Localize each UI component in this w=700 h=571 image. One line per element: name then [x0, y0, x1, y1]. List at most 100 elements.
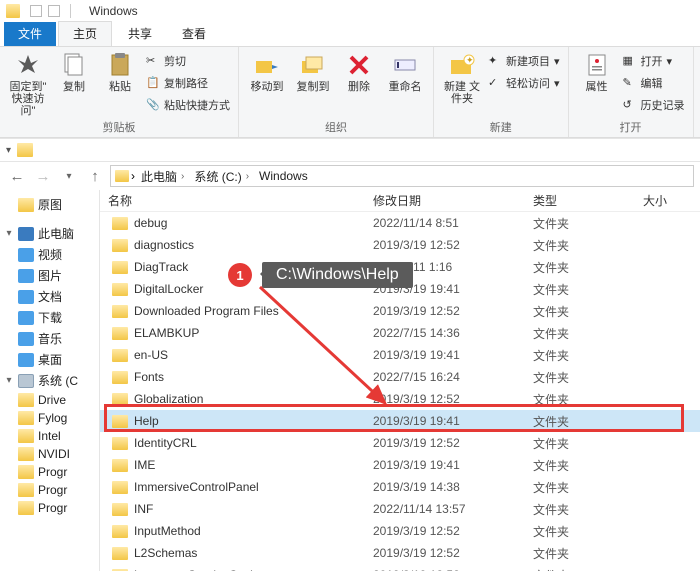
open-button[interactable]: ▦打开 ▾: [623, 51, 685, 71]
file-date: 2019/3/19 12:52: [365, 304, 525, 318]
tab-home[interactable]: 主页: [58, 21, 112, 46]
delete-button[interactable]: 删除: [339, 51, 379, 93]
tree-videos[interactable]: 视频: [0, 244, 99, 265]
folder-icon: [112, 393, 128, 406]
tree-nvidia[interactable]: NVIDI: [0, 445, 99, 463]
tree-progr-3[interactable]: Progr: [0, 499, 99, 517]
file-row[interactable]: IME2019/3/19 19:41文件夹: [100, 454, 700, 476]
tree-pictures[interactable]: 原图: [0, 194, 99, 215]
group-label-open: 打开: [577, 117, 685, 135]
ribbon-group-organize: 移动到 复制到 删除 重命名 组织: [239, 47, 434, 137]
file-date: 2022/11/14 13:57: [365, 502, 525, 516]
tree-progr-2[interactable]: Progr: [0, 481, 99, 499]
file-row[interactable]: InputMethod2019/3/19 12:52文件夹: [100, 520, 700, 542]
file-row[interactable]: L2Schemas2019/3/19 12:52文件夹: [100, 542, 700, 564]
file-list: 名称 修改日期 类型 大小 debug2022/11/14 8:51文件夹dia…: [100, 190, 700, 571]
tree-music[interactable]: 音乐: [0, 328, 99, 349]
file-row[interactable]: en-US2019/3/19 19:41文件夹: [100, 344, 700, 366]
file-row[interactable]: Fonts2022/7/15 16:24文件夹: [100, 366, 700, 388]
copy-button[interactable]: 复制: [54, 51, 94, 93]
tree-photos[interactable]: 图片: [0, 265, 99, 286]
tree-intel[interactable]: Intel: [0, 427, 99, 445]
pin-button[interactable]: 固定到" 快速访问": [8, 51, 48, 117]
tree-downloads[interactable]: 下载: [0, 307, 99, 328]
navigation-row: ← → ▾ ↑ › 此电脑› 系统 (C:)› Windows: [0, 162, 700, 190]
file-row[interactable]: diagnostics2019/3/19 12:52文件夹: [100, 234, 700, 256]
qat-icon-1[interactable]: [30, 5, 42, 17]
annotation-callout: 1 C:\Windows\Help: [228, 262, 413, 288]
file-name: INF: [134, 502, 153, 516]
folder-icon: [112, 217, 128, 230]
rename-button[interactable]: 重命名: [385, 51, 425, 93]
chevron-right-icon[interactable]: ›: [131, 169, 135, 183]
col-type[interactable]: 类型: [525, 192, 635, 209]
file-row[interactable]: LanguageOverlayCache2019/3/19 12:52文件夹: [100, 564, 700, 571]
file-row[interactable]: ELAMBKUP2022/7/15 14:36文件夹: [100, 322, 700, 344]
properties-button[interactable]: 属性: [577, 51, 617, 93]
file-type: 文件夹: [525, 237, 635, 254]
group-label-organize: 组织: [247, 117, 425, 135]
file-row[interactable]: INF2022/11/14 13:57文件夹: [100, 498, 700, 520]
window-folder-icon: [6, 4, 20, 18]
file-row[interactable]: IdentityCRL2019/3/19 12:52文件夹: [100, 432, 700, 454]
main-pane: 原图 ▾此电脑 视频 图片 文档 下载 音乐 桌面 ▾系统 (C Drive F…: [0, 190, 700, 571]
shortcut-icon: 📎: [146, 98, 160, 112]
new-item-button[interactable]: ✦新建项目 ▾: [488, 51, 560, 71]
tab-view[interactable]: 查看: [168, 22, 220, 46]
file-row[interactable]: ImmersiveControlPanel2019/3/19 14:38文件夹: [100, 476, 700, 498]
tree-this-pc[interactable]: ▾此电脑: [0, 223, 99, 244]
tree-fylog[interactable]: Fylog: [0, 409, 99, 427]
forward-button[interactable]: →: [32, 165, 54, 187]
file-name: L2Schemas: [134, 546, 197, 560]
ribbon-group-select: ▦全部选择 ☐全部取消 ◧反向选择 选择: [694, 47, 700, 137]
cut-button[interactable]: ✂剪切: [146, 51, 230, 71]
tab-file[interactable]: 文件: [4, 22, 56, 46]
folder-icon: [112, 437, 128, 450]
tree-c-drive[interactable]: ▾系统 (C: [0, 370, 99, 391]
file-type: 文件夹: [525, 435, 635, 452]
file-row[interactable]: Downloaded Program Files2019/3/19 12:52文…: [100, 300, 700, 322]
quick-folder-icon[interactable]: [17, 143, 33, 157]
copy-to-button[interactable]: 复制到: [293, 51, 333, 93]
file-row[interactable]: Globalization2019/3/19 12:52文件夹: [100, 388, 700, 410]
tab-share[interactable]: 共享: [114, 22, 166, 46]
folder-icon: [112, 503, 128, 516]
move-to-button[interactable]: 移动到: [247, 51, 287, 93]
back-button[interactable]: ←: [6, 165, 28, 187]
properties-icon: [583, 51, 611, 79]
paste-button[interactable]: 粘贴: [100, 51, 140, 93]
edit-button[interactable]: ✎编辑: [623, 73, 685, 93]
paste-shortcut-button[interactable]: 📎粘贴快捷方式: [146, 95, 230, 115]
file-date: 2019/3/19 19:41: [365, 458, 525, 472]
address-bar[interactable]: › 此电脑› 系统 (C:)› Windows: [110, 165, 694, 187]
tree-documents[interactable]: 文档: [0, 286, 99, 307]
up-button[interactable]: ↑: [84, 165, 106, 187]
crumb-cdrive[interactable]: 系统 (C:)›: [190, 168, 253, 185]
col-name[interactable]: 名称: [100, 192, 365, 209]
tree-drive-folder[interactable]: Drive: [0, 391, 99, 409]
crumb-thispc[interactable]: 此电脑›: [137, 168, 188, 185]
col-date[interactable]: 修改日期: [365, 192, 525, 209]
chevron-down-icon[interactable]: ▾: [6, 145, 11, 156]
easy-access-button[interactable]: ✓轻松访问 ▾: [488, 73, 560, 93]
file-row[interactable]: debug2022/11/14 8:51文件夹: [100, 212, 700, 234]
file-name: diagnostics: [134, 238, 194, 252]
file-name: IME: [134, 458, 155, 472]
history-button[interactable]: ↺历史记录: [623, 95, 685, 115]
annotation-text: C:\Windows\Help: [262, 262, 413, 288]
tree-progr-1[interactable]: Progr: [0, 463, 99, 481]
file-name: Globalization: [134, 392, 203, 406]
tree-desktop[interactable]: 桌面: [0, 349, 99, 370]
folder-icon: [112, 481, 128, 494]
copy-path-button[interactable]: 📋复制路径: [146, 73, 230, 93]
col-size[interactable]: 大小: [635, 192, 700, 209]
folder-icon: [112, 349, 128, 362]
file-row[interactable]: Help2019/3/19 19:41文件夹: [100, 410, 700, 432]
crumb-windows[interactable]: Windows: [255, 169, 312, 183]
qat-icon-2[interactable]: [48, 5, 60, 17]
new-folder-button[interactable]: ✦ 新建 文件夹: [442, 51, 482, 105]
file-type: 文件夹: [525, 391, 635, 408]
recent-dropdown[interactable]: ▾: [58, 165, 80, 187]
paste-icon: [106, 51, 134, 79]
folder-icon: [112, 371, 128, 384]
